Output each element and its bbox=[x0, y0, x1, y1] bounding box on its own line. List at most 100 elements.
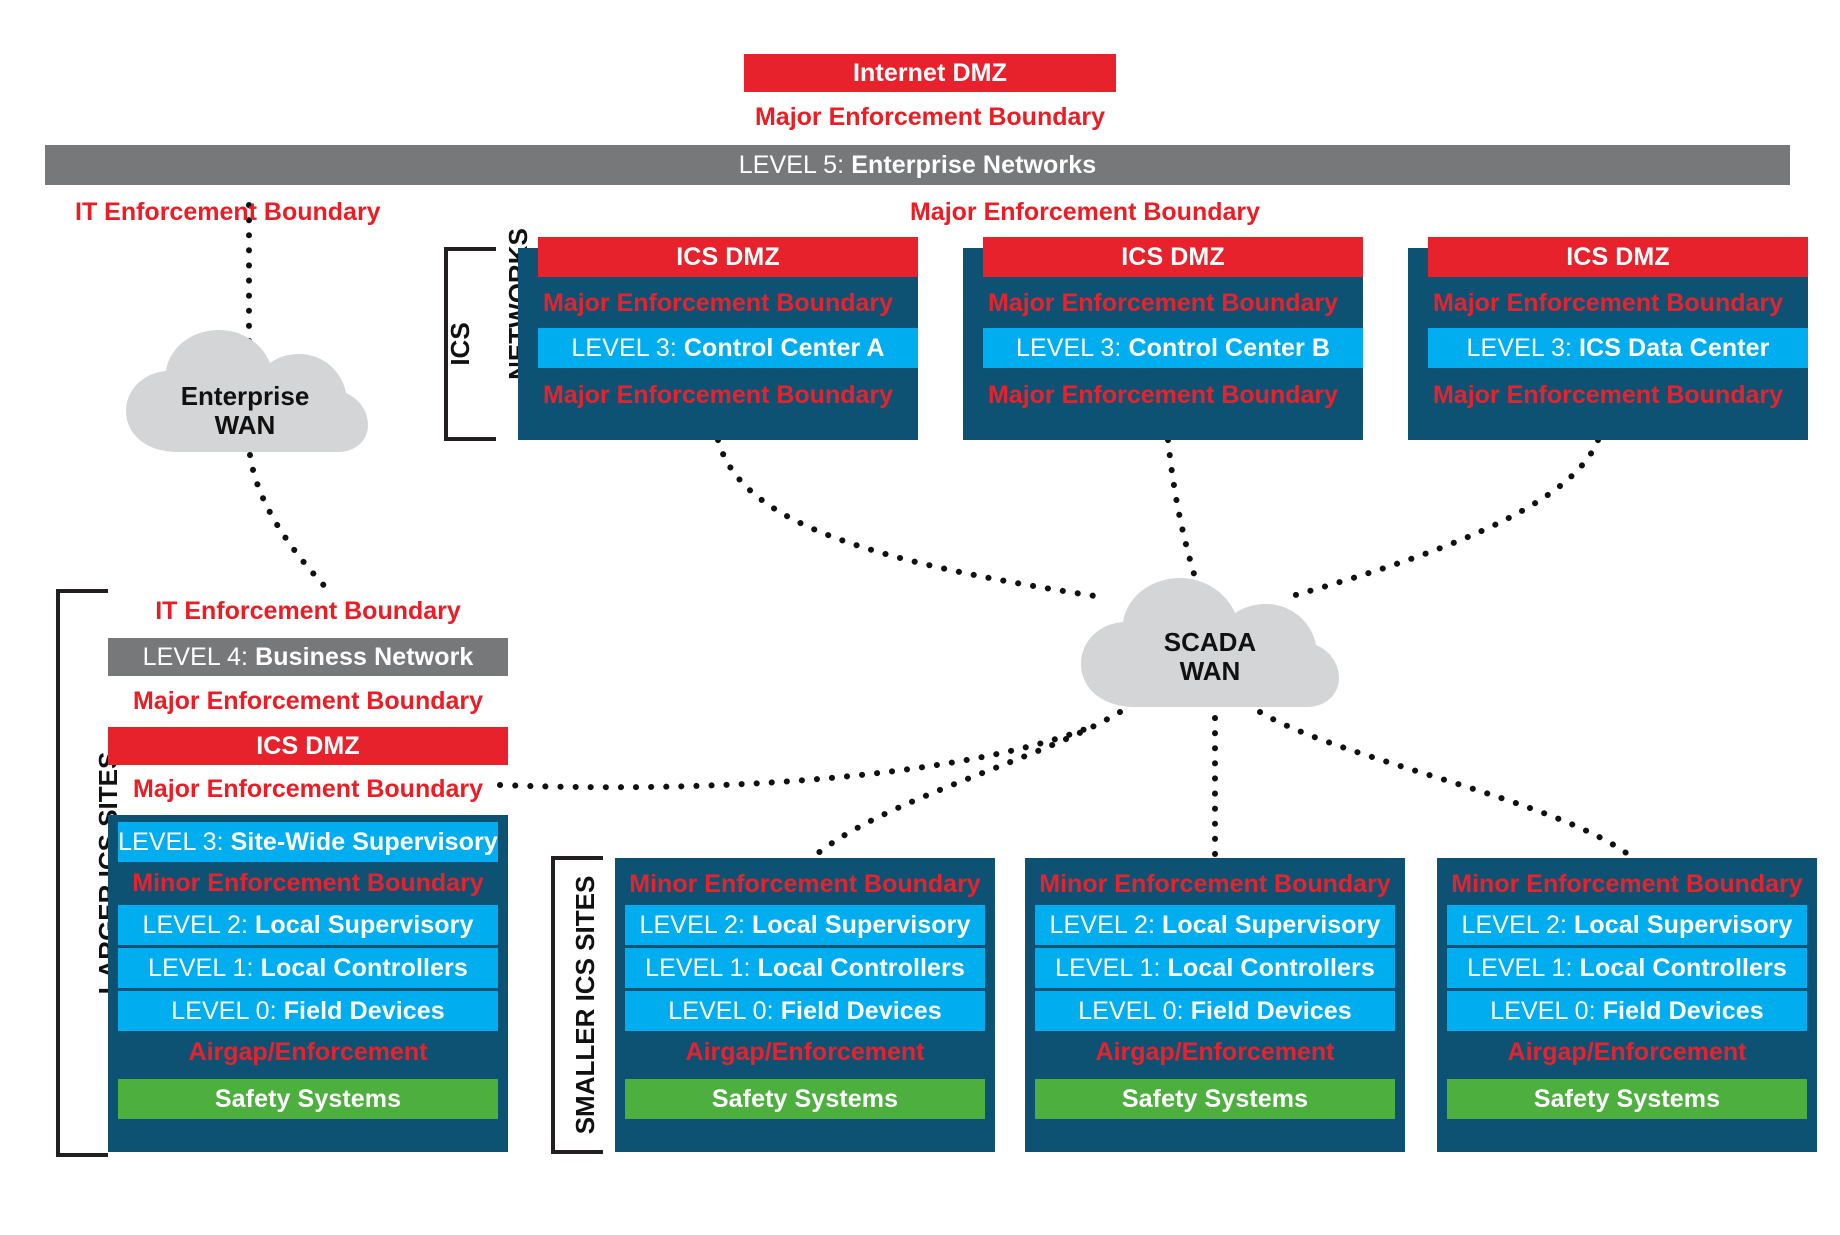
larger-site-level0-prefix: LEVEL 0: bbox=[171, 996, 277, 1025]
smaller-ics-sites-bracket-label: SMALLER ICS SITES bbox=[569, 875, 600, 1135]
enterprise-wan-line1: Enterprise bbox=[180, 380, 310, 411]
ics-data-center-boundary-bottom: Major Enforcement Boundary bbox=[1432, 380, 1784, 409]
ics-data-center-level3[interactable]: LEVEL 3: ICS Data Center bbox=[1428, 328, 1808, 368]
smaller-site-2-level2[interactable]: LEVEL 2: Local Supervisory bbox=[1035, 905, 1395, 945]
larger-site-level3[interactable]: LEVEL 3: Site-Wide Supervisory bbox=[118, 822, 498, 862]
control-center-a-level3-prefix: LEVEL 3: bbox=[571, 333, 677, 362]
internet-dmz-box[interactable]: Internet DMZ bbox=[744, 54, 1116, 92]
larger-site-level2-name: Local Supervisory bbox=[255, 910, 474, 939]
smaller-site-1-airgap: Airgap/Enforcement bbox=[685, 1037, 925, 1066]
scada-wan-line2: WAN bbox=[1179, 656, 1241, 686]
smaller-site-3-safety-label: Safety Systems bbox=[1533, 1084, 1721, 1113]
smaller-site-2-level0[interactable]: LEVEL 0: Field Devices bbox=[1035, 991, 1395, 1031]
control-center-a-level3[interactable]: LEVEL 3: Control Center A bbox=[538, 328, 918, 368]
smaller-site-3-level0-name: Field Devices bbox=[1602, 996, 1764, 1025]
ics-data-center-ics-dmz-label: ICS DMZ bbox=[1566, 242, 1670, 271]
smaller-site-3-level2[interactable]: LEVEL 2: Local Supervisory bbox=[1447, 905, 1807, 945]
smaller-site-2-level1[interactable]: LEVEL 1: Local Controllers bbox=[1035, 948, 1395, 988]
internet-dmz-label: Internet DMZ bbox=[853, 58, 1007, 87]
smaller-site-2-airgap: Airgap/Enforcement bbox=[1095, 1037, 1335, 1066]
larger-site-level2-prefix: LEVEL 2: bbox=[142, 910, 249, 939]
smaller-site-3-level0[interactable]: LEVEL 0: Field Devices bbox=[1447, 991, 1807, 1031]
it-enforcement-boundary-left: IT Enforcement Boundary bbox=[75, 195, 425, 229]
larger-site-level0[interactable]: LEVEL 0: Field Devices bbox=[118, 991, 498, 1031]
smaller-site-1-level1-prefix: LEVEL 1: bbox=[645, 953, 751, 982]
larger-site-level1[interactable]: LEVEL 1: Local Controllers bbox=[118, 948, 498, 988]
smaller-site-3-level1-name: Local Controllers bbox=[1579, 953, 1787, 982]
smaller-site-1-minor-boundary: Minor Enforcement Boundary bbox=[629, 869, 981, 898]
smaller-site-2-level1-prefix: LEVEL 1: bbox=[1055, 953, 1161, 982]
larger-site-major-boundary-above-dmz: Major Enforcement Boundary bbox=[132, 686, 484, 715]
larger-site-level2[interactable]: LEVEL 2: Local Supervisory bbox=[118, 905, 498, 945]
smaller-site-1-level0[interactable]: LEVEL 0: Field Devices bbox=[625, 991, 985, 1031]
larger-site-it-boundary: IT Enforcement Boundary bbox=[155, 596, 461, 625]
smaller-site-3-level2-name: Local Supervisory bbox=[1574, 910, 1793, 939]
level5-enterprise-networks-bar[interactable]: LEVEL 5: Enterprise Networks bbox=[45, 145, 1790, 185]
diagram-canvas: Internet DMZ Major Enforcement Boundary … bbox=[0, 0, 1840, 1184]
smaller-site-3-safety-systems[interactable]: Safety Systems bbox=[1447, 1079, 1807, 1119]
control-center-a-ics-dmz-label: ICS DMZ bbox=[676, 242, 780, 271]
smaller-site-2-safety-systems[interactable]: Safety Systems bbox=[1035, 1079, 1395, 1119]
level5-prefix: LEVEL 5: bbox=[738, 150, 845, 179]
larger-site-safety-systems[interactable]: Safety Systems bbox=[118, 1079, 498, 1119]
it-enforcement-boundary-left-label: IT Enforcement Boundary bbox=[75, 197, 381, 226]
connector-ics-dc-to-scada bbox=[1282, 437, 1601, 601]
smaller-site-2-level2-name: Local Supervisory bbox=[1162, 910, 1381, 939]
smaller-site-3-airgap: Airgap/Enforcement bbox=[1507, 1037, 1747, 1066]
larger-site-level4-name: Business Network bbox=[255, 642, 474, 671]
larger-site-safety-label: Safety Systems bbox=[214, 1084, 402, 1113]
control-center-b-level3-name: Control Center B bbox=[1128, 333, 1331, 362]
larger-site-level4-business-network[interactable]: LEVEL 4: Business Network bbox=[108, 638, 508, 676]
major-enforcement-boundary-ics-row: Major Enforcement Boundary bbox=[810, 195, 1360, 229]
connector-scada-to-site-1 bbox=[809, 709, 1123, 861]
major-boundary-top-label: Major Enforcement Boundary bbox=[754, 102, 1106, 131]
larger-site-ics-dmz-label: ICS DMZ bbox=[256, 731, 360, 760]
level5-name: Enterprise Networks bbox=[851, 150, 1097, 179]
smaller-site-2-level2-prefix: LEVEL 2: bbox=[1049, 910, 1156, 939]
control-center-a-boundary-top: Major Enforcement Boundary bbox=[542, 288, 894, 317]
smaller-site-3-level1[interactable]: LEVEL 1: Local Controllers bbox=[1447, 948, 1807, 988]
larger-site-level3-name: Site-Wide Supervisory bbox=[230, 827, 498, 856]
larger-site-level1-prefix: LEVEL 1: bbox=[148, 953, 254, 982]
smaller-site-1-level2[interactable]: LEVEL 2: Local Supervisory bbox=[625, 905, 985, 945]
smaller-site-2-level0-name: Field Devices bbox=[1190, 996, 1352, 1025]
scada-wan-line1: SCADA bbox=[1163, 626, 1257, 657]
scada-wan-label: SCADA WAN bbox=[1075, 625, 1345, 689]
smaller-site-3-level0-prefix: LEVEL 0: bbox=[1490, 996, 1596, 1025]
smaller-site-3-level1-prefix: LEVEL 1: bbox=[1467, 953, 1573, 982]
larger-site-airgap: Airgap/Enforcement bbox=[188, 1037, 428, 1066]
control-center-b-level3[interactable]: LEVEL 3: Control Center B bbox=[983, 328, 1363, 368]
major-enforcement-boundary-top: Major Enforcement Boundary bbox=[744, 100, 1116, 134]
connector-cc-a-to-scada bbox=[715, 437, 1098, 599]
control-center-b-boundary-bottom: Major Enforcement Boundary bbox=[987, 380, 1339, 409]
connector-enterprise-wan-to-larger-site bbox=[247, 452, 333, 595]
smaller-site-1-level1-name: Local Controllers bbox=[757, 953, 965, 982]
major-boundary-ics-row-label: Major Enforcement Boundary bbox=[909, 197, 1261, 226]
smaller-site-1-safety-systems[interactable]: Safety Systems bbox=[625, 1079, 985, 1119]
smaller-site-1-level2-name: Local Supervisory bbox=[752, 910, 971, 939]
smaller-site-1-level1[interactable]: LEVEL 1: Local Controllers bbox=[625, 948, 985, 988]
smaller-site-2-minor-boundary: Minor Enforcement Boundary bbox=[1039, 869, 1391, 898]
smaller-site-1-safety-label: Safety Systems bbox=[711, 1084, 899, 1113]
larger-site-level0-name: Field Devices bbox=[283, 996, 445, 1025]
larger-site-level1-name: Local Controllers bbox=[260, 953, 468, 982]
control-center-a-boundary-bottom: Major Enforcement Boundary bbox=[542, 380, 894, 409]
larger-site-ics-dmz[interactable]: ICS DMZ bbox=[108, 727, 508, 765]
smaller-site-1-level0-name: Field Devices bbox=[780, 996, 942, 1025]
larger-site-level4-prefix: LEVEL 4: bbox=[142, 642, 249, 671]
control-center-b-level3-prefix: LEVEL 3: bbox=[1015, 333, 1122, 362]
control-center-a-ics-dmz[interactable]: ICS DMZ bbox=[538, 237, 918, 277]
smaller-site-3-level2-prefix: LEVEL 2: bbox=[1461, 910, 1568, 939]
ics-data-center-level3-name: ICS Data Center bbox=[1579, 333, 1770, 362]
control-center-b-ics-dmz-label: ICS DMZ bbox=[1121, 242, 1225, 271]
control-center-b-ics-dmz[interactable]: ICS DMZ bbox=[983, 237, 1363, 277]
smaller-site-1-level0-prefix: LEVEL 0: bbox=[668, 996, 774, 1025]
control-center-a-level3-name: Control Center A bbox=[683, 333, 885, 362]
smaller-site-3-minor-boundary: Minor Enforcement Boundary bbox=[1451, 869, 1803, 898]
connector-scada-to-site-3 bbox=[1257, 709, 1636, 861]
ics-data-center-ics-dmz[interactable]: ICS DMZ bbox=[1428, 237, 1808, 277]
enterprise-wan-line2: WAN bbox=[214, 410, 276, 440]
ics-data-center-level3-prefix: LEVEL 3: bbox=[1466, 333, 1573, 362]
larger-site-minor-boundary: Minor Enforcement Boundary bbox=[132, 868, 484, 897]
ics-networks-bracket-label-line1: ICS bbox=[444, 322, 475, 366]
